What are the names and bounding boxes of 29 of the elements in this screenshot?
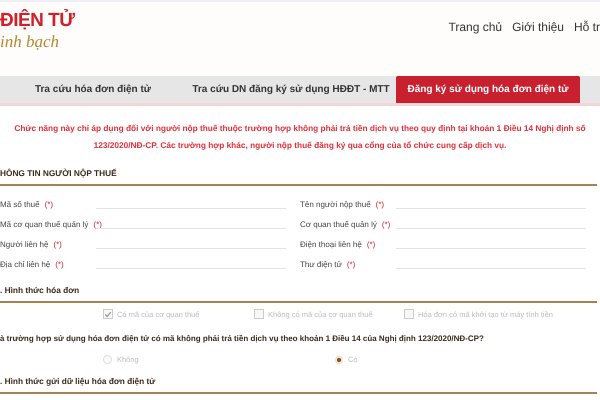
- radio-button[interactable]: [103, 355, 112, 364]
- section-heading: HÔNG TIN NGƯỜI NỘP THUẾ: [0, 154, 597, 186]
- field-label: Mã cơ quan thuế quản lý: [0, 220, 88, 229]
- nav-link[interactable]: Giới thiệu: [512, 20, 564, 76]
- field-label: Điện thoại liên hệ: [300, 240, 362, 249]
- field-label: Thư điện tử: [300, 260, 342, 269]
- notice-text: Chức năng này chỉ áp dụng đối với người nộp thuế thuộc trường hợp không phải trả tiền dịch vụ theo quy định tại khoản 1 Điều 14 Nghị định số 123/2020/NĐ-CP. Các trường hợp khác, người nộp thuế đăng ký qua cổng của tổ chức cung cấp dịch vụ.: [13, 122, 587, 152]
- field-label: Tên người nộp thuế: [300, 200, 371, 209]
- required-mark: (*): [382, 220, 390, 229]
- section-heading: . Hình thức gửi dữ liệu hóa đơn điện tử: [0, 364, 597, 394]
- required-mark: (*): [366, 240, 376, 249]
- required-mark: (*): [44, 200, 54, 209]
- logo-title: ĐIỆN TỬ: [0, 10, 75, 32]
- required-mark: (*): [346, 260, 356, 269]
- field-label: Mã số thuế: [0, 200, 40, 209]
- nav-link[interactable]: Trang chủ: [448, 20, 502, 76]
- field-label: Người liên hệ: [0, 240, 48, 249]
- logo-tagline: inh bạch: [0, 32, 60, 52]
- radio-button[interactable]: [335, 356, 343, 364]
- field-label: Cơ quan thuế quản lý: [300, 220, 377, 229]
- tab[interactable]: Đăng ký sử dụng hóa đơn điện tử: [396, 76, 580, 103]
- required-mark: (*): [93, 220, 102, 229]
- question-text: à trường hợp sử dụng hóa đơn điện tử có mã không phải trả tiền dịch vụ theo khoản 1 Điều 14 của Nghị định 123/2020/NĐ-CP?: [0, 334, 485, 343]
- section-heading: . Hình thức hóa đơn: [0, 269, 597, 303]
- field-label: Địa chỉ liên hệ: [0, 260, 50, 269]
- required-mark: (*): [53, 240, 62, 249]
- nav-link[interactable]: Hỗ tr: [574, 20, 600, 76]
- required-mark: (*): [376, 200, 384, 209]
- required-mark: (*): [55, 260, 64, 269]
